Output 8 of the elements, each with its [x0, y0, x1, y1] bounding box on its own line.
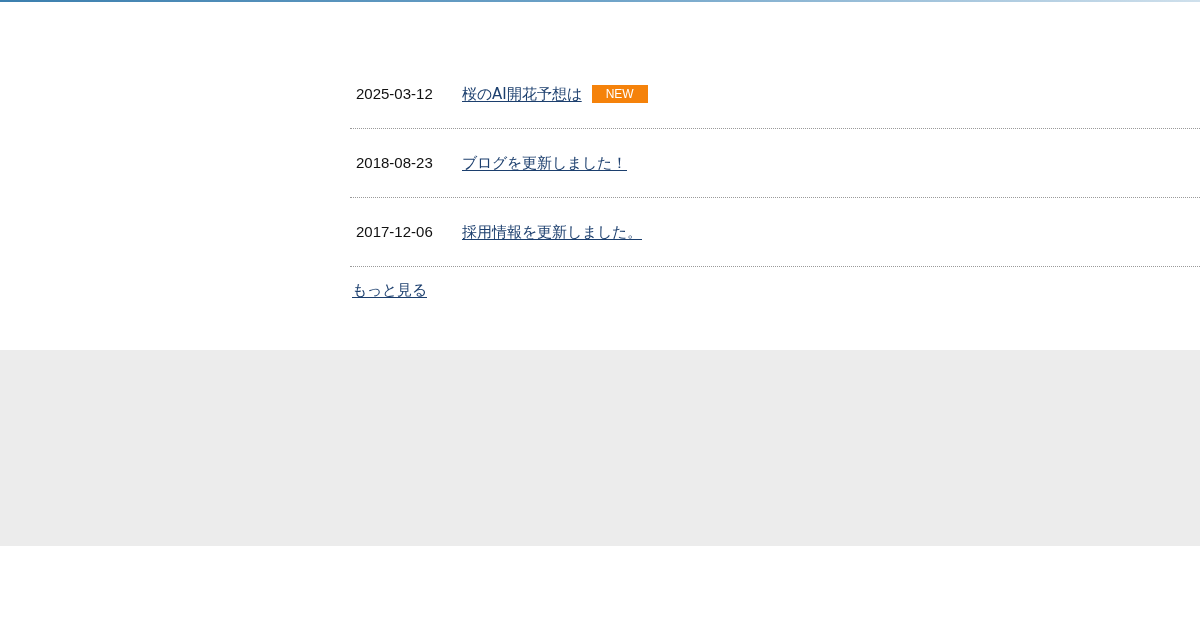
more-link[interactable]: もっと見る	[352, 279, 427, 302]
news-date: 2017-12-06	[355, 221, 434, 242]
new-badge: NEW	[591, 85, 648, 103]
news-title-link[interactable]: ブログを更新しました！	[462, 151, 627, 175]
news-date: 2025-03-12	[355, 83, 434, 104]
news-date: 2018-08-23	[355, 152, 434, 173]
news-title-link[interactable]: 採用情報を更新しました。	[462, 220, 642, 244]
news-title-link[interactable]: 桜のAI開花予想は	[462, 82, 582, 106]
